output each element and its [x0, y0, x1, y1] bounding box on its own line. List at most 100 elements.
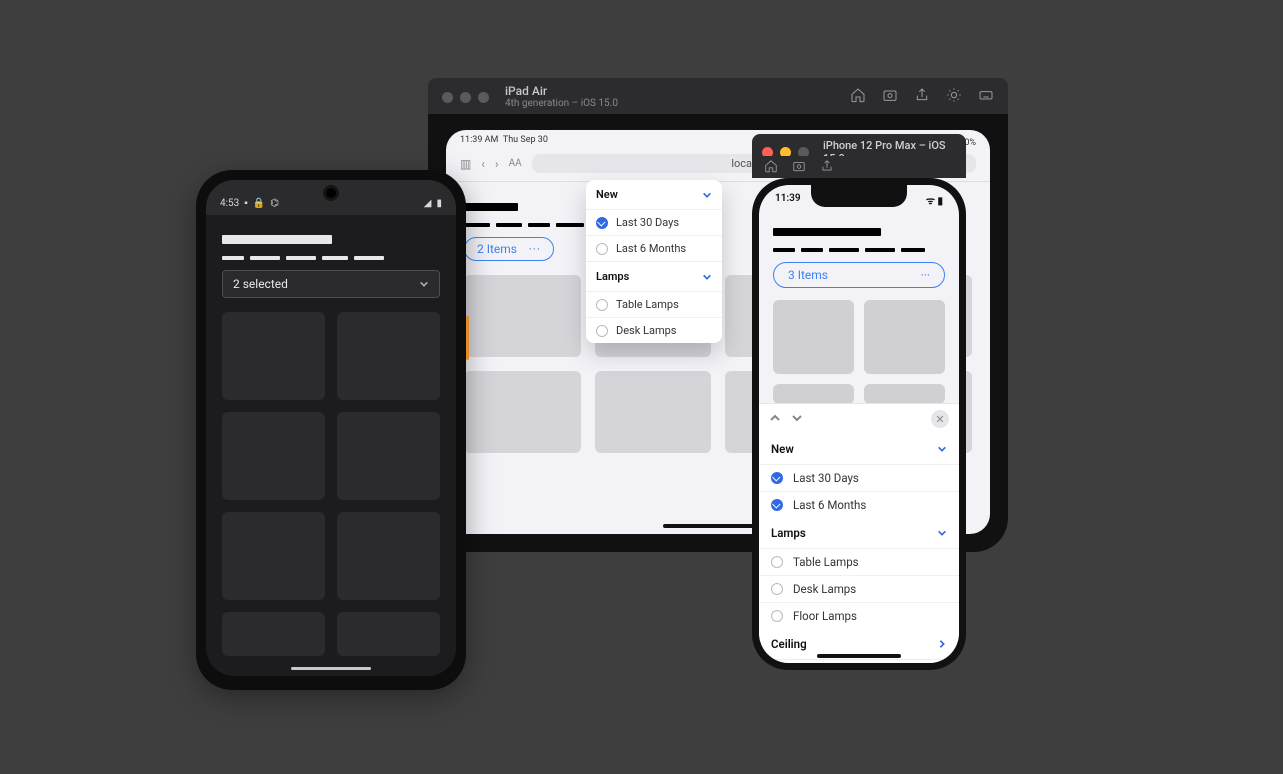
radio-icon — [596, 243, 608, 255]
filter-bottom-sheet: ✕ New Last 30 Days Last 6 Months Lamps T… — [759, 403, 959, 663]
filter-group-title: New — [596, 188, 618, 201]
android-device-frame: 4:53 ▪ 🔒 ⌬ ◢ ▮ 2 selected — [196, 170, 466, 690]
grid-item[interactable] — [337, 312, 440, 400]
filter-popover: New Last 30 Days Last 6 Months Lamps Tab… — [586, 180, 722, 343]
ipad-simulator-titlebar: iPad Air 4th generation – iOS 15.0 — [428, 78, 1008, 114]
chevron-down-icon — [702, 272, 712, 282]
iphone-screen: 11:39 ᯤ ▮ 3 Items ··· — [759, 185, 959, 663]
home-indicator[interactable] — [291, 667, 371, 670]
filter-option-label: Last 6 Months — [616, 242, 686, 255]
iphone-page-content: 3 Items ··· — [759, 207, 959, 404]
filter-option-label: Floor Lamps — [793, 609, 857, 623]
status-indicators: ᯤ ▮ — [926, 193, 943, 207]
filter-option[interactable]: Last 30 Days — [586, 209, 722, 235]
grid-item[interactable] — [773, 300, 854, 374]
filter-group-new[interactable]: New — [586, 180, 722, 209]
filter-option[interactable]: Floor Lamps — [759, 602, 959, 629]
grid-item[interactable] — [595, 371, 712, 453]
filter-option[interactable]: Last 6 Months — [586, 235, 722, 261]
grid-item[interactable] — [337, 412, 440, 500]
filter-pill[interactable]: 2 Items ··· — [464, 237, 554, 261]
filter-group-lamps[interactable]: Lamps — [759, 518, 959, 548]
filter-group-lamps[interactable]: Lamps — [586, 261, 722, 291]
grid-item[interactable] — [222, 612, 325, 656]
product-grid — [222, 312, 440, 656]
filter-option[interactable]: Desk Lamps — [586, 317, 722, 343]
redacted-heading — [773, 228, 881, 236]
prev-icon[interactable] — [769, 412, 781, 427]
window-traffic-lights[interactable] — [442, 92, 489, 103]
filter-pill-label: 3 Items — [788, 268, 828, 282]
grid-item[interactable] — [773, 384, 854, 404]
android-page-content: 2 selected — [206, 215, 456, 670]
share-icon[interactable] — [914, 87, 930, 107]
ipad-status-time: 11:39 AM — [460, 135, 498, 145]
radio-checked-icon — [771, 499, 783, 511]
grid-item[interactable] — [464, 371, 581, 453]
chevron-down-icon — [419, 279, 429, 289]
close-dot[interactable] — [442, 92, 453, 103]
share-icon[interactable] — [820, 159, 834, 176]
radio-icon — [771, 556, 783, 568]
close-sheet-button[interactable]: ✕ — [931, 410, 949, 428]
chevron-down-icon — [937, 444, 947, 454]
screenshot-icon[interactable] — [792, 159, 806, 176]
radio-icon — [596, 325, 608, 337]
grid-item[interactable] — [864, 384, 945, 404]
redacted-subnav — [222, 256, 440, 260]
chevron-down-icon — [937, 528, 947, 538]
filter-select[interactable]: 2 selected — [222, 270, 440, 298]
ipad-status-date: Thu Sep 30 — [503, 135, 548, 145]
redacted-subnav — [773, 248, 945, 252]
minimize-dot[interactable] — [460, 92, 471, 103]
grid-item[interactable] — [337, 512, 440, 600]
filter-select-label: 2 selected — [233, 277, 288, 291]
screenshot-icon[interactable] — [882, 87, 898, 107]
sidebar-toggle-icon[interactable]: ▥ — [460, 157, 471, 171]
grid-item[interactable] — [464, 275, 581, 357]
radio-checked-icon — [771, 472, 783, 484]
filter-option-label: Table Lamps — [616, 298, 679, 311]
filter-option[interactable]: Table Lamps — [759, 548, 959, 575]
filter-option[interactable]: Last 30 Days — [759, 464, 959, 491]
filter-option-label: Table Lamps — [793, 555, 859, 569]
redacted-heading — [464, 203, 518, 211]
filter-group-title: Lamps — [771, 526, 806, 540]
iphone-simulator-titlebar: iPhone 12 Pro Max – iOS 15.0 — [752, 134, 966, 168]
grid-item[interactable] — [222, 312, 325, 400]
signal-icon: ◢ — [424, 198, 432, 209]
filter-group-new[interactable]: New — [759, 434, 959, 464]
filter-option[interactable]: Table Lamps — [586, 291, 722, 317]
filter-option-label: Desk Lamps — [616, 324, 676, 337]
filter-group-by-room[interactable]: By Room — [759, 659, 959, 663]
power-button[interactable] — [466, 316, 469, 360]
filter-option[interactable]: Desk Lamps — [759, 575, 959, 602]
next-icon[interactable] — [791, 412, 803, 427]
filter-option-label: Last 6 Months — [793, 498, 866, 512]
android-screen: 4:53 ▪ 🔒 ⌬ ◢ ▮ 2 selected — [206, 180, 456, 676]
filter-group-title: Ceiling — [771, 637, 807, 651]
filter-option[interactable]: Last 6 Months — [759, 491, 959, 518]
simulator-sub-toolbar — [752, 156, 966, 178]
redacted-heading — [222, 235, 332, 244]
home-indicator[interactable] — [817, 654, 901, 658]
grid-item[interactable] — [222, 412, 325, 500]
notch — [811, 185, 907, 207]
keyboard-icon[interactable] — [978, 87, 994, 107]
zoom-dot[interactable] — [478, 92, 489, 103]
grid-item[interactable] — [337, 612, 440, 656]
radio-icon — [771, 610, 783, 622]
home-icon[interactable] — [850, 87, 866, 107]
back-icon[interactable]: ‹ — [481, 157, 485, 171]
filter-pill[interactable]: 3 Items ··· — [773, 262, 945, 288]
debug-icon: ⌬ — [270, 198, 279, 209]
radio-checked-icon — [596, 217, 608, 229]
text-size-icon[interactable]: AA — [509, 158, 522, 169]
appearance-icon[interactable] — [946, 87, 962, 107]
home-icon[interactable] — [764, 159, 778, 176]
forward-icon[interactable]: › — [495, 157, 499, 171]
filter-option-label: Desk Lamps — [793, 582, 856, 596]
filter-group-title: Lamps — [596, 270, 629, 283]
grid-item[interactable] — [222, 512, 325, 600]
grid-item[interactable] — [864, 300, 945, 374]
